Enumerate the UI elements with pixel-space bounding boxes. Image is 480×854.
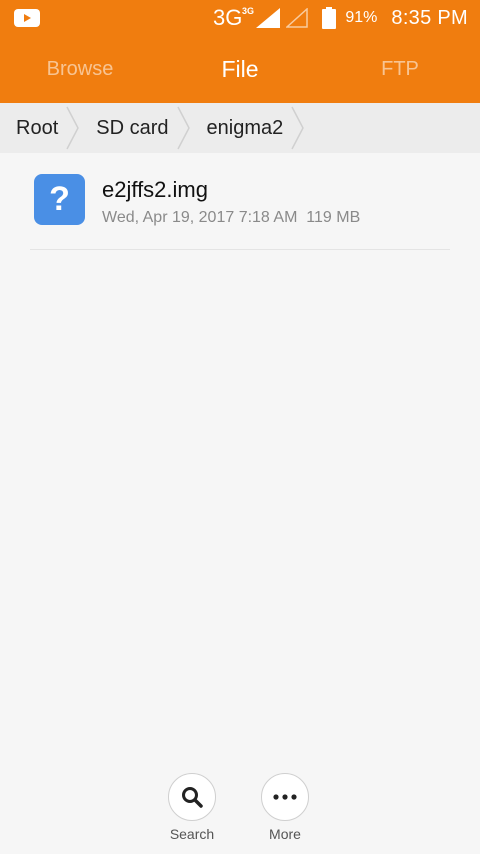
breadcrumb-item-enigma2[interactable]: enigma2 [191, 103, 292, 153]
breadcrumb-label: Root [16, 116, 59, 139]
more-label: More [269, 826, 301, 842]
tab-browse[interactable]: Browse [0, 36, 160, 103]
network-type: 3G 3G [213, 5, 255, 30]
unknown-file-icon: ? [34, 174, 85, 225]
more-button[interactable]: More [250, 773, 320, 842]
clock: 8:35 PM [391, 6, 468, 29]
file-size: 119 MB [306, 209, 361, 226]
top-app-bar: 3G 3G 91% 8:35 PM Browse File FTP [0, 0, 480, 103]
battery-percentage: 91% [345, 9, 378, 26]
status-bar: 3G 3G 91% 8:35 PM [0, 0, 480, 36]
status-indicators: 3G 3G 91% 8:35 PM [213, 0, 468, 36]
tab-file[interactable]: File [160, 36, 320, 103]
breadcrumb-label: enigma2 [206, 116, 284, 139]
file-meta: Wed, Apr 19, 2017 7:18 AM 119 MB [102, 209, 360, 227]
tab-ftp[interactable]: FTP [320, 36, 480, 103]
chevron-right-icon [291, 106, 305, 150]
bottom-action-bar: Search More [0, 773, 480, 854]
search-icon [182, 787, 203, 808]
file-list-item[interactable]: ? e2jffs2.img Wed, Apr 19, 2017 7:18 AM … [30, 153, 450, 250]
search-label: Search [169, 826, 215, 842]
youtube-icon [14, 9, 40, 27]
breadcrumb: Root SD card enigma2 [0, 103, 480, 153]
breadcrumb-item-sdcard[interactable]: SD card [80, 103, 176, 153]
chevron-right-icon [176, 106, 190, 150]
tab-bar: Browse File FTP [0, 36, 480, 103]
search-button-circle[interactable] [168, 773, 216, 821]
file-name: e2jffs2.img [102, 177, 208, 202]
search-button[interactable]: Search [157, 773, 227, 842]
more-icon [273, 794, 297, 800]
signal-icon [256, 8, 281, 28]
chevron-right-icon [66, 106, 80, 150]
signal-empty-icon [286, 8, 309, 28]
breadcrumb-label: SD card [96, 116, 169, 139]
breadcrumb-item-root[interactable]: Root [0, 103, 66, 153]
more-button-circle[interactable] [261, 773, 309, 821]
file-date: Wed, Apr 19, 2017 7:18 AM [102, 209, 298, 226]
battery-icon [322, 7, 337, 29]
